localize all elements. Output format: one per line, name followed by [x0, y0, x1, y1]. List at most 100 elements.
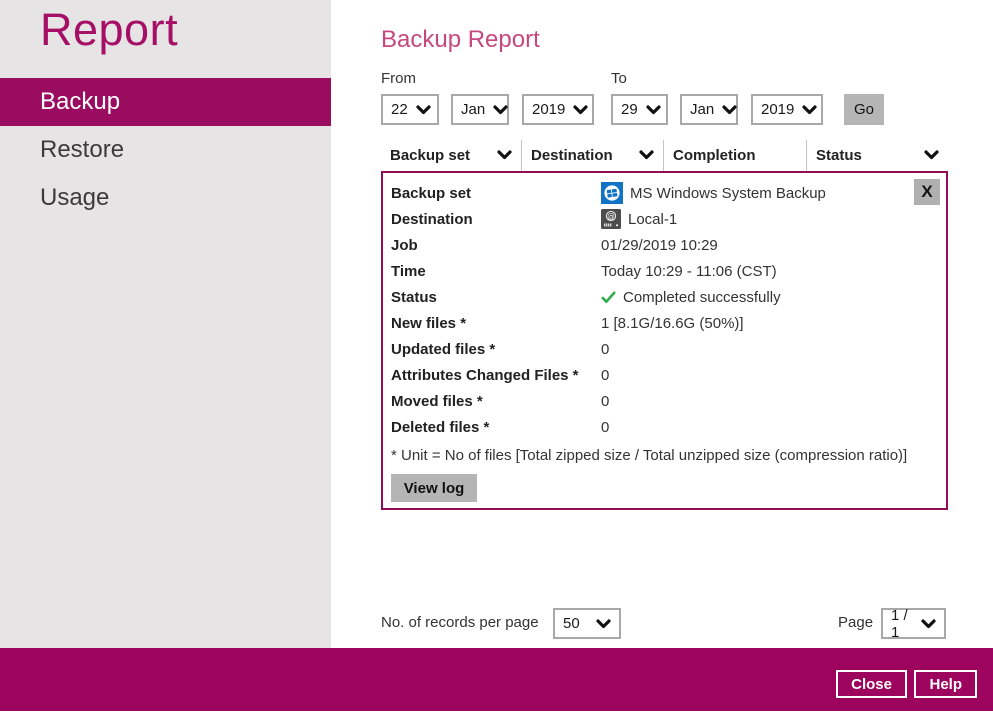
time-range: Today 10:29 - 11:06 (CST) — [601, 263, 777, 280]
report-detail-panel: X Backup set MS Windows System Backup De… — [381, 171, 948, 510]
record-value: 0 — [601, 341, 609, 358]
column-backup-set[interactable]: Backup set — [381, 140, 521, 171]
attributes-changed-value: 0 — [601, 367, 609, 384]
page-title: Backup Report — [381, 26, 540, 54]
record-row-backup-set: Backup set MS Windows System Backup — [391, 180, 938, 206]
records-per-page-select[interactable]: 50 — [553, 608, 621, 639]
column-status[interactable]: Status — [806, 140, 948, 171]
from-year-value: 2019 — [532, 101, 565, 118]
record-value: 0 — [601, 367, 609, 384]
record-row-deleted-files: Deleted files * 0 — [391, 414, 938, 440]
to-month-value: Jan — [690, 101, 714, 118]
record-value: MS Windows System Backup — [601, 182, 826, 204]
record-label: Destination — [391, 211, 473, 228]
view-log-button[interactable]: View log — [391, 474, 477, 502]
from-label: From — [381, 70, 416, 87]
sidebar-nav: Backup Restore Usage — [0, 78, 331, 222]
record-label: Deleted files * — [391, 419, 489, 436]
to-month-select[interactable]: Jan — [680, 94, 738, 125]
record-value: 0 — [601, 419, 609, 436]
chevron-down-icon — [646, 105, 661, 115]
unit-footnote: * Unit = No of files [Total zipped size … — [391, 442, 938, 468]
to-day-select[interactable]: 29 — [611, 94, 668, 125]
record-label: Job — [391, 237, 418, 254]
chevron-down-icon — [924, 147, 939, 164]
to-day-value: 29 — [621, 101, 638, 118]
new-files-value: 1 [8.1G/16.6G (50%)] — [601, 315, 744, 332]
to-year-value: 2019 — [761, 101, 794, 118]
record-row-destination: Destination @ Local-1 — [391, 206, 938, 232]
from-month-select[interactable]: Jan — [451, 94, 509, 125]
record-value: 01/29/2019 10:29 — [601, 237, 718, 254]
records-per-page-label: No. of records per page — [381, 614, 539, 631]
record-value: @ Local-1 — [601, 209, 677, 229]
record-label: New files * — [391, 315, 466, 332]
record-row-attributes-changed: Attributes Changed Files * 0 — [391, 362, 938, 388]
go-button[interactable]: Go — [844, 94, 884, 125]
from-day-select[interactable]: 22 — [381, 94, 439, 125]
column-completion[interactable]: Completion — [663, 140, 806, 171]
sidebar-item-usage[interactable]: Usage — [0, 174, 331, 222]
job-datetime: 01/29/2019 10:29 — [601, 237, 718, 254]
record-value: Completed successfully — [601, 289, 781, 306]
to-label: To — [611, 70, 627, 87]
page-value: 1 / 1 — [891, 607, 913, 641]
record-value: 1 [8.1G/16.6G (50%)] — [601, 315, 744, 332]
record-value: 0 — [601, 393, 609, 410]
chevron-down-icon — [802, 105, 817, 115]
record-label: Time — [391, 263, 426, 280]
sidebar: Report Backup Restore Usage — [0, 0, 331, 648]
record-label: Moved files * — [391, 393, 483, 410]
column-header-row: Backup set Destination Completion Status — [381, 140, 948, 171]
record-label: Status — [391, 289, 437, 306]
page-label: Page — [838, 614, 873, 631]
chevron-down-icon — [416, 105, 431, 115]
check-icon — [601, 291, 616, 304]
record-row-job: Job 01/29/2019 10:29 — [391, 232, 938, 258]
from-year-select[interactable]: 2019 — [522, 94, 594, 125]
record-rows: Backup set MS Windows System Backup Dest… — [391, 180, 938, 502]
moved-files-value: 0 — [601, 393, 609, 410]
chevron-down-icon — [722, 105, 737, 115]
to-year-select[interactable]: 2019 — [751, 94, 823, 125]
record-row-status: Status Completed successfully — [391, 284, 938, 310]
updated-files-value: 0 — [601, 341, 609, 358]
local-drive-icon: @ — [601, 209, 621, 229]
chevron-down-icon — [573, 105, 588, 115]
page-select[interactable]: 1 / 1 — [881, 608, 946, 639]
windows-icon — [601, 182, 623, 204]
column-label: Completion — [673, 147, 756, 164]
deleted-files-value: 0 — [601, 419, 609, 436]
record-row-moved-files: Moved files * 0 — [391, 388, 938, 414]
column-label: Backup set — [390, 147, 470, 164]
sidebar-item-backup[interactable]: Backup — [0, 78, 331, 126]
backup-set-name: MS Windows System Backup — [630, 185, 826, 202]
pagination-bar: No. of records per page 50 Page 1 / 1 — [331, 608, 993, 639]
from-month-value: Jan — [461, 101, 485, 118]
record-label: Updated files * — [391, 341, 495, 358]
chevron-down-icon — [497, 147, 512, 164]
records-per-page-value: 50 — [563, 615, 580, 632]
close-button[interactable]: Close — [836, 670, 907, 698]
column-destination[interactable]: Destination — [521, 140, 663, 171]
record-label: Backup set — [391, 185, 471, 202]
chevron-down-icon — [493, 105, 508, 115]
record-label: Attributes Changed Files * — [391, 367, 579, 384]
record-value: Today 10:29 - 11:06 (CST) — [601, 263, 777, 280]
main-content: Backup Report From To 22 Jan 2019 29 Jan… — [331, 0, 993, 648]
svg-text:@: @ — [607, 212, 615, 221]
footer-bar: Close Help — [0, 648, 993, 711]
chevron-down-icon — [639, 147, 654, 164]
sidebar-item-restore[interactable]: Restore — [0, 126, 331, 174]
from-day-value: 22 — [391, 101, 408, 118]
help-button[interactable]: Help — [914, 670, 977, 698]
chevron-down-icon — [596, 619, 611, 629]
chevron-down-icon — [921, 619, 936, 629]
record-row-time: Time Today 10:29 - 11:06 (CST) — [391, 258, 938, 284]
column-label: Destination — [531, 147, 613, 164]
column-label: Status — [816, 147, 862, 164]
destination-name: Local-1 — [628, 211, 677, 228]
record-row-new-files: New files * 1 [8.1G/16.6G (50%)] — [391, 310, 938, 336]
record-row-updated-files: Updated files * 0 — [391, 336, 938, 362]
status-text: Completed successfully — [623, 289, 781, 306]
